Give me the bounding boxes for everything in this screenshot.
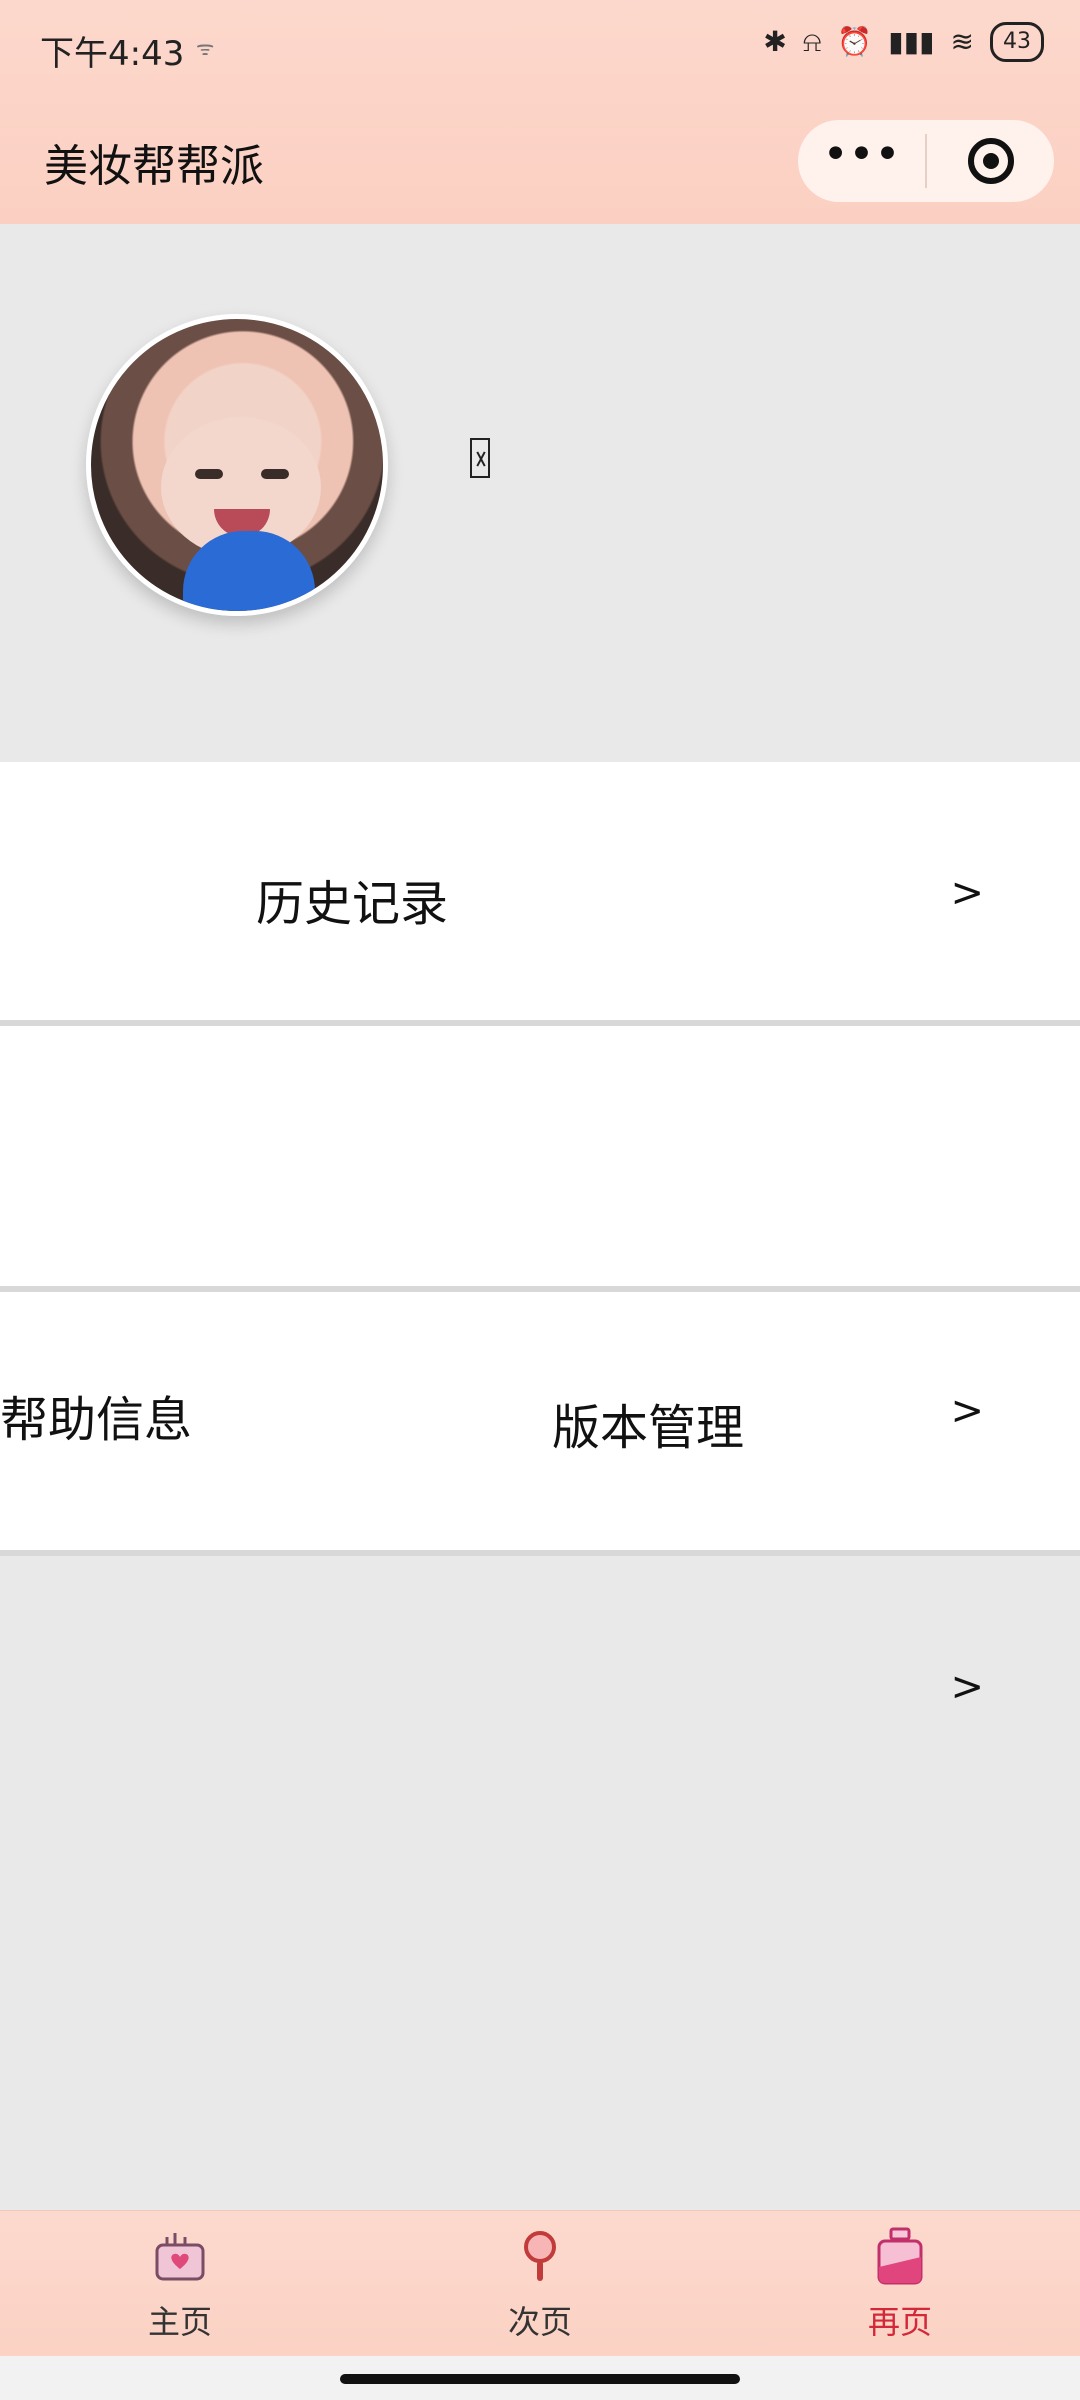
avatar[interactable] <box>86 314 388 616</box>
extra-arrow-icon[interactable]: > <box>950 1664 984 1710</box>
row-separator <box>0 1550 1080 1556</box>
empty-row <box>0 1026 1080 1286</box>
tab-bar: 主页 次页 再页 <box>0 2210 1080 2357</box>
tab-home-label: 主页 <box>147 2303 212 2341</box>
page-title: 美妆帮帮派 <box>44 141 264 192</box>
version-arrow-icon: > <box>950 1388 984 1434</box>
avatar-eye-right <box>261 469 289 479</box>
mirror-icon <box>511 2227 569 2285</box>
bell-muted-icon: ⍾ <box>802 25 822 58</box>
tab-second[interactable]: 次页 <box>450 2227 630 2343</box>
tab-third[interactable]: 再页 <box>810 2227 990 2343</box>
tab-second-label: 次页 <box>507 2303 572 2341</box>
username-placeholder <box>470 438 490 478</box>
close-miniapp-button[interactable] <box>927 120 1054 202</box>
miniapp-capsule: ••• <box>798 120 1054 202</box>
tab-third-label: 再页 <box>867 2303 932 2341</box>
status-time: 下午4:43 <box>40 34 185 74</box>
help-version-row[interactable]: 帮助信息 版本管理 > <box>0 1292 1080 1550</box>
home-indicator[interactable] <box>340 2374 740 2384</box>
version-label[interactable]: 版本管理 <box>552 1388 744 1458</box>
top-header: 下午4:43 ᯤ ✱ ⍾ ⏰ ▮▮▮ ≋ 43 美妆帮帮派 ••• <box>0 0 1080 224</box>
wifi-icon: ≋ <box>950 25 974 58</box>
more-button[interactable]: ••• <box>798 120 925 202</box>
status-icons: ✱ ⍾ ⏰ ▮▮▮ ≋ 43 <box>763 22 1044 62</box>
perfume-bottle-icon <box>871 2227 929 2285</box>
alarm-icon: ⏰ <box>837 25 873 58</box>
target-icon <box>967 138 1014 184</box>
avatar-eye-left <box>195 469 223 479</box>
battery-icon: 43 <box>990 22 1044 62</box>
bluetooth-icon: ✱ <box>763 25 787 58</box>
help-label[interactable]: 帮助信息 <box>0 1380 192 1450</box>
tab-home[interactable]: 主页 <box>90 2227 270 2343</box>
history-row[interactable]: 历史记录 > <box>0 762 1080 1020</box>
makeup-bag-icon <box>151 2227 209 2285</box>
profile-section <box>0 224 1080 762</box>
screen: 下午4:43 ᯤ ✱ ⍾ ⏰ ▮▮▮ ≋ 43 美妆帮帮派 ••• 历史记录 >… <box>0 0 1080 2400</box>
history-label: 历史记录 <box>256 876 449 932</box>
avatar-face <box>161 417 321 557</box>
history-arrow-icon: > <box>950 870 984 916</box>
signal-icon: ▮▮▮ <box>888 25 935 58</box>
status-small-indicator: ᯤ <box>196 36 215 60</box>
